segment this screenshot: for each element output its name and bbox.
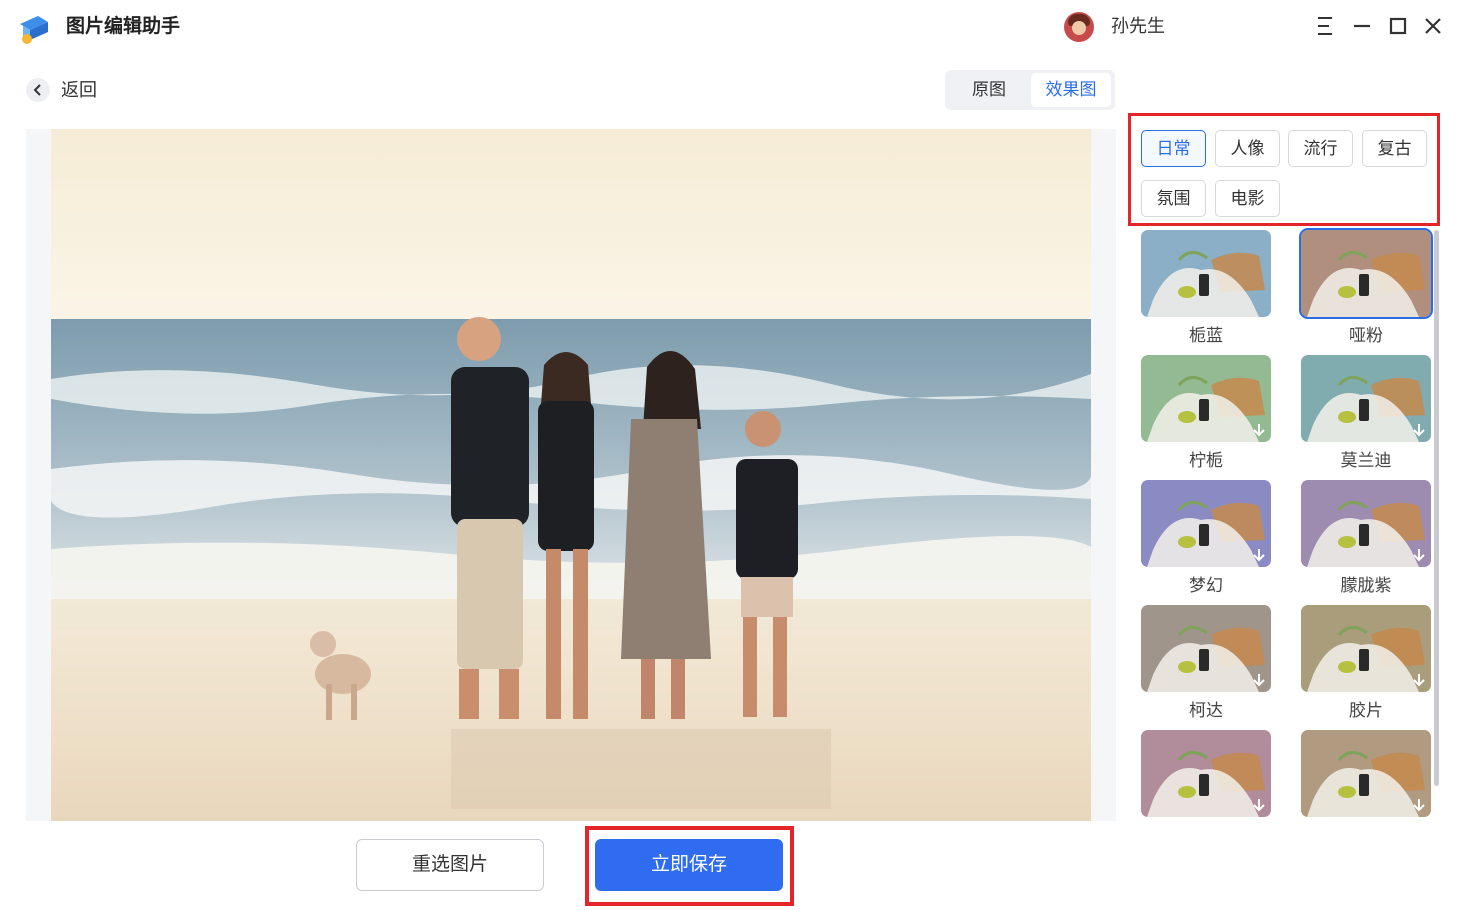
menu-icon[interactable]: [1314, 14, 1338, 38]
filter-label: 胶片: [1349, 701, 1383, 720]
filter-label: 梦幻: [1189, 576, 1223, 595]
download-icon[interactable]: [1410, 421, 1428, 439]
save-now-button[interactable]: 立即保存: [595, 839, 783, 891]
category-dianying[interactable]: 电影: [1215, 180, 1280, 217]
download-icon[interactable]: [1410, 546, 1428, 564]
category-renxiang[interactable]: 人像: [1215, 130, 1280, 167]
close-icon[interactable]: [1421, 14, 1445, 38]
filter-scrollbar[interactable]: [1434, 230, 1439, 786]
filter-item[interactable]: 朦胧紫: [1301, 480, 1431, 597]
chevron-left-icon: [26, 78, 50, 102]
filter-label: 栀蓝: [1189, 326, 1223, 345]
filter-label: 莫兰迪: [1340, 451, 1392, 470]
tab-original[interactable]: 原图: [949, 73, 1029, 107]
app-logo-icon: [16, 10, 52, 46]
filter-thumbnail: [1301, 730, 1431, 817]
preview-photo: [51, 129, 1091, 821]
filter-thumbnail: [1299, 228, 1433, 319]
filter-item[interactable]: 胶片: [1301, 605, 1431, 722]
maximize-icon[interactable]: [1386, 14, 1410, 38]
filter-label: 柠栀: [1189, 451, 1223, 470]
filter-thumbnail: [1301, 605, 1431, 692]
view-toggle: 原图 效果图: [945, 70, 1115, 110]
avatar[interactable]: [1064, 12, 1094, 42]
filter-item[interactable]: 柯达: [1141, 605, 1271, 722]
filter-thumbnail: [1141, 480, 1271, 567]
filter-thumbnail: [1141, 605, 1271, 692]
filter-item[interactable]: [1301, 730, 1431, 820]
preview-area: [26, 129, 1116, 821]
filter-item[interactable]: 栀蓝: [1141, 230, 1271, 347]
category-richang[interactable]: 日常: [1141, 130, 1206, 167]
filter-item[interactable]: 梦幻: [1141, 480, 1271, 597]
category-liuxing[interactable]: 流行: [1288, 130, 1353, 167]
filter-grid: 栀蓝 哑粉柠栀 莫兰迪梦幻 朦胧紫柯达 胶片: [1130, 228, 1442, 820]
back-label: 返回: [61, 80, 97, 100]
filter-item[interactable]: 哑粉: [1299, 228, 1433, 347]
download-icon[interactable]: [1250, 796, 1268, 814]
filter-label: 哑粉: [1349, 326, 1383, 345]
filter-label: 柯达: [1189, 701, 1223, 720]
back-button[interactable]: 返回: [26, 78, 97, 102]
reselect-image-button[interactable]: 重选图片: [356, 839, 544, 891]
download-icon[interactable]: [1250, 671, 1268, 689]
filter-item[interactable]: [1141, 730, 1271, 820]
filter-item[interactable]: 莫兰迪: [1301, 355, 1431, 472]
category-fugu[interactable]: 复古: [1362, 130, 1427, 167]
filter-thumbnail: [1141, 355, 1271, 442]
download-icon[interactable]: [1250, 546, 1268, 564]
filter-label: 朦胧紫: [1340, 576, 1392, 595]
download-icon[interactable]: [1410, 671, 1428, 689]
filter-thumbnail: [1141, 730, 1271, 817]
filter-thumbnail: [1301, 480, 1431, 567]
minimize-icon[interactable]: [1350, 14, 1374, 38]
app-title: 图片编辑助手: [66, 16, 181, 37]
user-name[interactable]: 孙先生: [1111, 14, 1165, 38]
filter-item[interactable]: 柠栀: [1141, 355, 1271, 472]
download-icon[interactable]: [1410, 796, 1428, 814]
title-bar: 图片编辑助手 孙先生: [0, 0, 1464, 54]
filter-thumbnail: [1141, 230, 1271, 317]
tab-effect[interactable]: 效果图: [1031, 73, 1111, 107]
filter-thumbnail: [1301, 355, 1431, 442]
download-icon[interactable]: [1250, 421, 1268, 439]
category-fenwei[interactable]: 氛围: [1141, 180, 1206, 217]
